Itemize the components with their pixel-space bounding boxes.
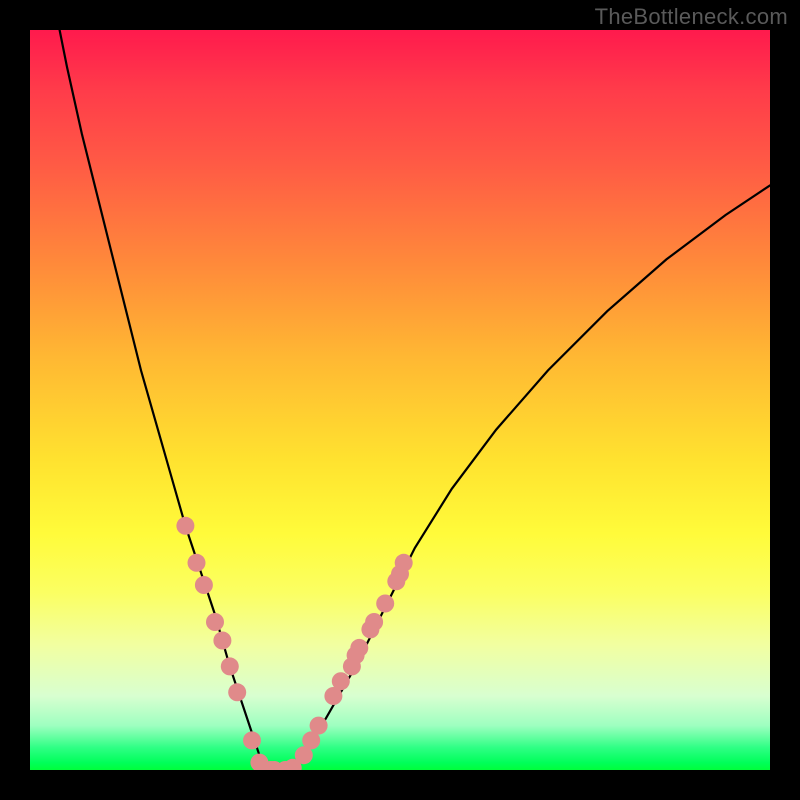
marker-dot [206, 613, 224, 631]
marker-dot [365, 613, 383, 631]
chart-frame: TheBottleneck.com [0, 0, 800, 800]
marker-dot [243, 731, 261, 749]
marker-dot [213, 632, 231, 650]
marker-dot [221, 657, 239, 675]
bottleneck-curve [60, 30, 770, 770]
marker-dot [195, 576, 213, 594]
chart-svg [30, 30, 770, 770]
curve-markers [176, 517, 412, 770]
marker-dot [176, 517, 194, 535]
marker-dot [395, 554, 413, 572]
plot-area [30, 30, 770, 770]
marker-dot [350, 639, 368, 657]
marker-dot [310, 717, 328, 735]
watermark-text: TheBottleneck.com [595, 4, 788, 30]
marker-dot [332, 672, 350, 690]
marker-dot [376, 595, 394, 613]
marker-dot [228, 683, 246, 701]
marker-dot [188, 554, 206, 572]
